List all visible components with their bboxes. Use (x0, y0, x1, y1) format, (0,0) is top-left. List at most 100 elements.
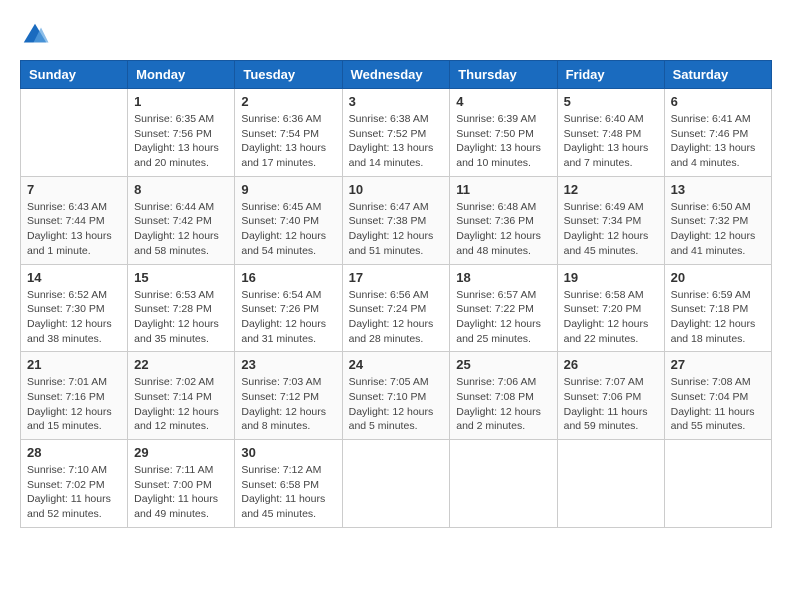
sunrise-info: Sunrise: 6:47 AM (349, 200, 444, 215)
calendar-cell: 26Sunrise: 7:07 AMSunset: 7:06 PMDayligh… (557, 352, 664, 440)
calendar-week-3: 21Sunrise: 7:01 AMSunset: 7:16 PMDayligh… (21, 352, 772, 440)
calendar-cell: 19Sunrise: 6:58 AMSunset: 7:20 PMDayligh… (557, 264, 664, 352)
sunset-info: Sunset: 7:20 PM (564, 302, 658, 317)
calendar-cell (21, 89, 128, 177)
page-header (20, 20, 772, 50)
day-number: 4 (456, 94, 550, 109)
col-header-saturday: Saturday (664, 61, 771, 89)
day-number: 27 (671, 357, 765, 372)
calendar-cell: 7Sunrise: 6:43 AMSunset: 7:44 PMDaylight… (21, 176, 128, 264)
calendar-cell: 11 Sunrise: 6:48 AMSunset: 7:36 PMDayligh… (450, 176, 557, 264)
daylight-info: Daylight: 12 hours and 54 minutes. (241, 229, 335, 258)
day-number: 20 (671, 270, 765, 285)
day-number: 11 (456, 182, 550, 197)
calendar-cell (342, 440, 450, 528)
sunset-info: Sunset: 7:44 PM (27, 214, 121, 229)
calendar-table: SundayMondayTuesdayWednesdayThursdayFrid… (20, 60, 772, 528)
daylight-info: Daylight: 12 hours and 48 minutes. (456, 229, 550, 258)
calendar-cell: 16Sunrise: 6:54 AMSunset: 7:26 PMDayligh… (235, 264, 342, 352)
sunrise-info: Sunrise: 6:41 AM (671, 112, 765, 127)
daylight-info: Daylight: 12 hours and 38 minutes. (27, 317, 121, 346)
calendar-cell: 18Sunrise: 6:57 AMSunset: 7:22 PMDayligh… (450, 264, 557, 352)
day-number: 25 (456, 357, 550, 372)
sunset-info: Sunset: 6:58 PM (241, 478, 335, 493)
calendar-cell: 29Sunrise: 7:11 AMSunset: 7:00 PMDayligh… (128, 440, 235, 528)
sunset-info: Sunset: 7:04 PM (671, 390, 765, 405)
daylight-info: Daylight: 12 hours and 41 minutes. (671, 229, 765, 258)
day-number: 17 (349, 270, 444, 285)
sunrise-info: Sunrise: 6:59 AM (671, 288, 765, 303)
day-number: 8 (134, 182, 228, 197)
calendar-cell: 21Sunrise: 7:01 AMSunset: 7:16 PMDayligh… (21, 352, 128, 440)
calendar-cell (450, 440, 557, 528)
calendar-cell: 3Sunrise: 6:38 AMSunset: 7:52 PMDaylight… (342, 89, 450, 177)
sunset-info: Sunset: 7:40 PM (241, 214, 335, 229)
sunset-info: Sunset: 7:12 PM (241, 390, 335, 405)
day-number: 30 (241, 445, 335, 460)
sunset-info: Sunset: 7:38 PM (349, 214, 444, 229)
sunset-info: Sunset: 7:10 PM (349, 390, 444, 405)
sunset-info: Sunset: 7:48 PM (564, 127, 658, 142)
calendar-cell: 2Sunrise: 6:36 AMSunset: 7:54 PMDaylight… (235, 89, 342, 177)
calendar-cell: 22Sunrise: 7:02 AMSunset: 7:14 PMDayligh… (128, 352, 235, 440)
sunset-info: Sunset: 7:28 PM (134, 302, 228, 317)
sunrise-info: Sunrise: 6:38 AM (349, 112, 444, 127)
calendar-cell: 23Sunrise: 7:03 AMSunset: 7:12 PMDayligh… (235, 352, 342, 440)
calendar-cell: 10Sunrise: 6:47 AMSunset: 7:38 PMDayligh… (342, 176, 450, 264)
col-header-friday: Friday (557, 61, 664, 89)
sunset-info: Sunset: 7:16 PM (27, 390, 121, 405)
day-number: 14 (27, 270, 121, 285)
calendar-cell: 5Sunrise: 6:40 AMSunset: 7:48 PMDaylight… (557, 89, 664, 177)
daylight-info: Daylight: 11 hours and 55 minutes. (671, 405, 765, 434)
sunset-info: Sunset: 7:52 PM (349, 127, 444, 142)
calendar-week-4: 28Sunrise: 7:10 AMSunset: 7:02 PMDayligh… (21, 440, 772, 528)
calendar-week-0: 1Sunrise: 6:35 AMSunset: 7:56 PMDaylight… (21, 89, 772, 177)
daylight-info: Daylight: 12 hours and 12 minutes. (134, 405, 228, 434)
day-number: 26 (564, 357, 658, 372)
sunrise-info: Sunrise: 6:39 AM (456, 112, 550, 127)
sunset-info: Sunset: 7:34 PM (564, 214, 658, 229)
daylight-info: Daylight: 13 hours and 17 minutes. (241, 141, 335, 170)
daylight-info: Daylight: 12 hours and 58 minutes. (134, 229, 228, 258)
daylight-info: Daylight: 12 hours and 45 minutes. (564, 229, 658, 258)
daylight-info: Daylight: 12 hours and 28 minutes. (349, 317, 444, 346)
sunrise-info: Sunrise: 6:58 AM (564, 288, 658, 303)
calendar-cell (557, 440, 664, 528)
daylight-info: Daylight: 11 hours and 59 minutes. (564, 405, 658, 434)
sunset-info: Sunset: 7:06 PM (564, 390, 658, 405)
day-number: 12 (564, 182, 658, 197)
daylight-info: Daylight: 12 hours and 8 minutes. (241, 405, 335, 434)
calendar-cell: 13Sunrise: 6:50 AMSunset: 7:32 PMDayligh… (664, 176, 771, 264)
sunrise-info: Sunrise: 6:36 AM (241, 112, 335, 127)
col-header-tuesday: Tuesday (235, 61, 342, 89)
day-number: 16 (241, 270, 335, 285)
sunrise-info: Sunrise: 6:54 AM (241, 288, 335, 303)
col-header-thursday: Thursday (450, 61, 557, 89)
calendar-cell: 1Sunrise: 6:35 AMSunset: 7:56 PMDaylight… (128, 89, 235, 177)
daylight-info: Daylight: 12 hours and 2 minutes. (456, 405, 550, 434)
day-number: 15 (134, 270, 228, 285)
day-number: 5 (564, 94, 658, 109)
daylight-info: Daylight: 13 hours and 4 minutes. (671, 141, 765, 170)
sunset-info: Sunset: 7:46 PM (671, 127, 765, 142)
daylight-info: Daylight: 12 hours and 25 minutes. (456, 317, 550, 346)
daylight-info: Daylight: 11 hours and 52 minutes. (27, 492, 121, 521)
sunset-info: Sunset: 7:32 PM (671, 214, 765, 229)
calendar-cell: 20Sunrise: 6:59 AMSunset: 7:18 PMDayligh… (664, 264, 771, 352)
logo-icon (20, 20, 50, 50)
sunset-info: Sunset: 7:56 PM (134, 127, 228, 142)
daylight-info: Daylight: 12 hours and 15 minutes. (27, 405, 121, 434)
day-number: 9 (241, 182, 335, 197)
daylight-info: Daylight: 12 hours and 51 minutes. (349, 229, 444, 258)
daylight-info: Daylight: 13 hours and 1 minute. (27, 229, 121, 258)
sunset-info: Sunset: 7:14 PM (134, 390, 228, 405)
sunset-info: Sunset: 7:36 PM (456, 214, 550, 229)
sunrise-info: Sunrise: 6:43 AM (27, 200, 121, 215)
col-header-sunday: Sunday (21, 61, 128, 89)
calendar-cell: 14Sunrise: 6:52 AMSunset: 7:30 PMDayligh… (21, 264, 128, 352)
sunrise-info: Sunrise: 7:08 AM (671, 375, 765, 390)
calendar-week-1: 7Sunrise: 6:43 AMSunset: 7:44 PMDaylight… (21, 176, 772, 264)
sunset-info: Sunset: 7:50 PM (456, 127, 550, 142)
logo (20, 20, 54, 50)
sunrise-info: Sunrise: 6:48 AM (456, 200, 550, 215)
